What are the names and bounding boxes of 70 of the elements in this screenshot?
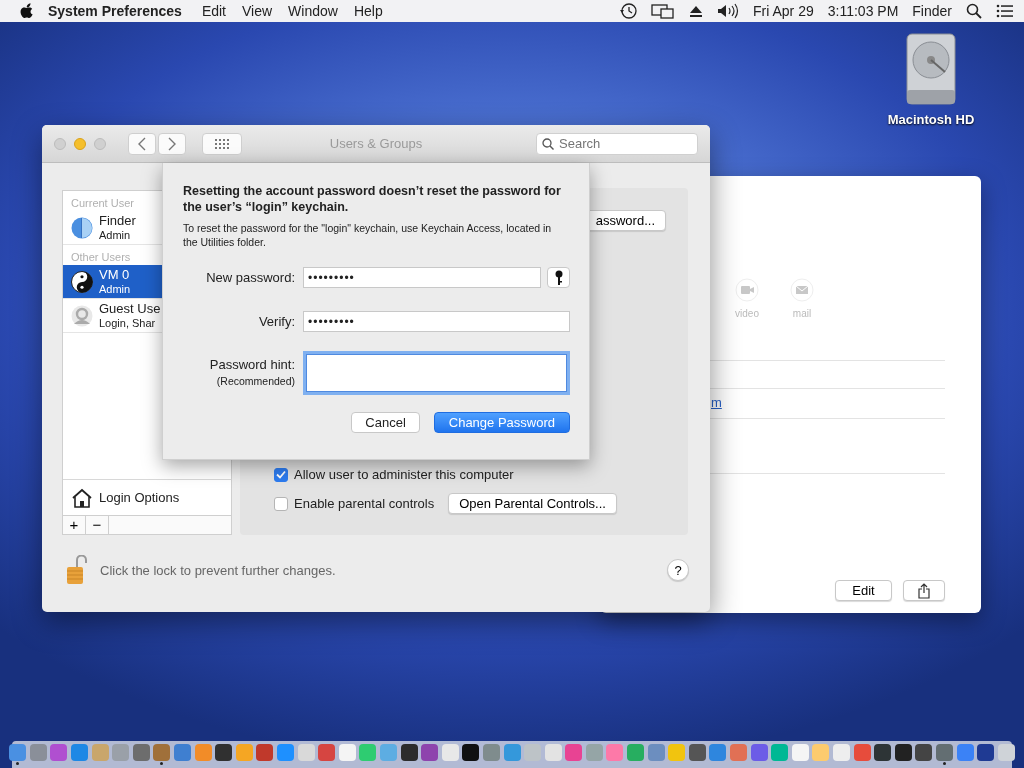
section-header: Current User (70, 196, 135, 211)
checkbox-label: Enable parental controls (294, 496, 435, 511)
display-icon[interactable] (651, 3, 676, 19)
apple-icon (20, 3, 34, 19)
search-field[interactable]: Search (536, 132, 698, 155)
checkbox-label: Allow user to administer this computer (294, 467, 514, 482)
cancel-button[interactable]: Cancel (351, 412, 420, 433)
lock-message: Click the lock to prevent further changes. (100, 562, 336, 578)
padlock-icon[interactable] (66, 555, 88, 585)
dock-item[interactable] (9, 744, 27, 765)
user-role: Admin (99, 281, 131, 296)
zoom-button[interactable] (94, 137, 106, 150)
avatar-icon (71, 216, 93, 239)
hint-field[interactable] (303, 351, 570, 395)
checkbox[interactable] (274, 467, 288, 482)
edit-button[interactable]: Edit (835, 580, 892, 601)
password-assistant-button[interactable] (547, 267, 570, 288)
chevron-right-icon (168, 136, 176, 151)
menu-item[interactable]: Help (345, 3, 391, 19)
house-icon (71, 487, 93, 508)
share-button[interactable] (903, 580, 945, 601)
chevron-left-icon (138, 136, 146, 151)
list-icon[interactable] (996, 4, 1014, 18)
disk-label: Macintosh HD (887, 112, 975, 127)
menu-date[interactable]: Fri Apr 29 (753, 3, 814, 19)
app-menu[interactable]: System Preferences (34, 3, 194, 19)
video-camera-icon[interactable] (735, 278, 759, 302)
show-all-button[interactable] (202, 132, 242, 155)
menu-item[interactable]: View (234, 3, 281, 19)
user-name: Guest Use (99, 301, 161, 316)
envelope-icon[interactable] (790, 278, 814, 302)
user-name: Finder (99, 213, 136, 228)
yin-yang-icon (71, 270, 93, 293)
menu-item[interactable]: Window (280, 3, 346, 19)
password-field[interactable]: ••••••••• (303, 267, 541, 288)
action-label: mail (792, 308, 812, 319)
clock-icon[interactable] (619, 2, 638, 20)
checkmark-icon (276, 470, 286, 479)
close-button[interactable] (54, 137, 66, 150)
back-button[interactable] (128, 132, 156, 155)
user-menu[interactable]: Finder (912, 3, 952, 19)
search-icon (542, 137, 554, 150)
share-icon (918, 582, 930, 599)
checkbox[interactable] (274, 496, 288, 511)
minimize-button[interactable] (74, 137, 86, 150)
grid-icon (215, 138, 229, 149)
menu-clock[interactable]: 3:11:03 PM (827, 3, 899, 19)
volume-icon[interactable] (717, 3, 740, 19)
password-field[interactable]: ••••••••• (303, 311, 570, 332)
action-label: video (735, 308, 759, 319)
eject-icon[interactable] (689, 4, 704, 18)
user-role: Admin (99, 227, 132, 242)
hard-drive-icon (906, 32, 956, 106)
help-button[interactable]: ? (667, 559, 689, 581)
user-name: VM 0 (99, 267, 131, 282)
menu-item[interactable]: Edit (193, 3, 234, 19)
field-hint: (Recommended) (216, 374, 295, 389)
section-header: Other Users (70, 250, 132, 265)
field-label: Verify: (258, 313, 295, 330)
login-options-item[interactable]: Login Options (99, 490, 180, 505)
search-icon[interactable] (966, 3, 982, 19)
email-link[interactable]: m (711, 395, 722, 410)
window-title: Users & Groups (329, 136, 423, 151)
field-label: Password hint: (209, 357, 295, 373)
parental-controls-button[interactable]: Open Parental Controls... (448, 493, 617, 514)
person-icon (71, 304, 93, 327)
key-icon (554, 269, 563, 286)
change-password-button[interactable]: Change Password (433, 412, 570, 433)
user-role: Login, Shar (99, 315, 157, 330)
forward-button[interactable] (158, 132, 186, 155)
